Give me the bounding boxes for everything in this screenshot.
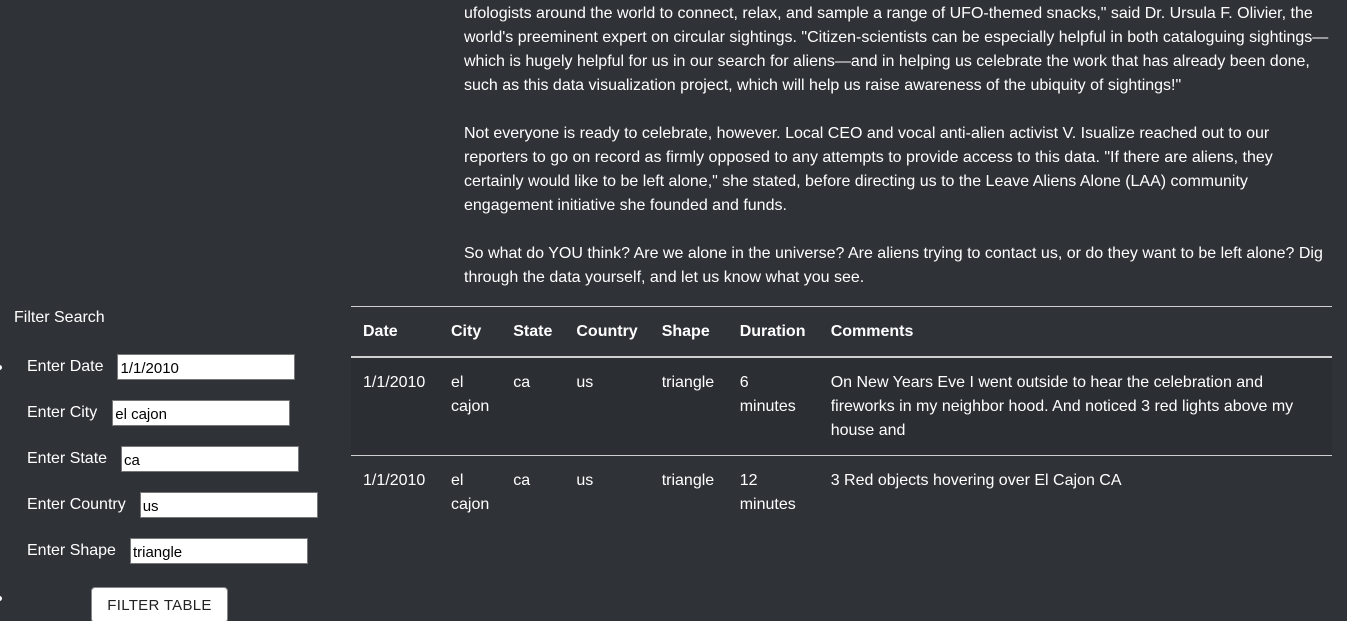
date-filter: Enter Date — [27, 353, 296, 381]
shape-input[interactable] — [129, 538, 308, 564]
page: ufologists around the world to connect, … — [0, 0, 1347, 621]
state-input[interactable] — [121, 446, 300, 472]
city-label: Enter City — [27, 404, 98, 421]
city-input[interactable] — [112, 400, 291, 426]
shape-label: Enter Shape — [27, 542, 116, 559]
cell-city: el cajon — [451, 472, 490, 513]
list-bullet-icon — [0, 365, 2, 370]
article-text: ufologists around the world to connect, … — [464, 2, 1334, 314]
cell-duration: 6 minutes — [727, 357, 819, 456]
country-filter: Enter Country — [27, 491, 318, 519]
cell-state: ca — [501, 357, 565, 456]
state-label: Enter State — [27, 450, 108, 467]
list-bullet-icon — [0, 596, 2, 601]
column-header-shape: Shape — [649, 306, 728, 358]
column-header-country: Country — [564, 306, 650, 358]
date-label: Enter Date — [27, 358, 104, 375]
country-label: Enter Country — [27, 496, 126, 513]
shape-filter: Enter Shape — [27, 537, 308, 565]
ufo-table: Date City State Country Shape Duration C… — [351, 306, 1332, 529]
filter-table-button[interactable]: FILTER TABLE — [91, 587, 228, 621]
filter-search-title: Filter Search — [14, 309, 105, 326]
cell-country: us — [576, 472, 594, 489]
cell-comments: 3 Red objects hovering over El Cajon CA — [830, 472, 1122, 489]
state-filter: Enter State — [27, 445, 300, 473]
column-header-duration: Duration — [727, 306, 819, 358]
cell-shape: triangle — [661, 472, 715, 489]
article-paragraph: So what do YOU think? Are we alone in th… — [464, 245, 1323, 286]
cell-country: us — [564, 357, 650, 456]
column-header-state: State — [501, 306, 565, 358]
cell-date: 1/1/2010 — [351, 357, 439, 456]
article-paragraph: ufologists around the world to connect, … — [464, 5, 1329, 94]
article-paragraph: Not everyone is ready to celebrate, howe… — [464, 125, 1273, 214]
date-input[interactable] — [117, 354, 296, 380]
cell-comments: On New Years Eve I went outside to hear … — [818, 357, 1332, 456]
country-input[interactable] — [139, 492, 318, 518]
column-header-date: Date — [351, 306, 439, 358]
column-header-comments: Comments — [818, 306, 1332, 358]
cell-shape: triangle — [649, 357, 728, 456]
table-row: 1/1/2010 el cajon ca us triangle 12 minu… — [351, 456, 1332, 530]
table-header-row: Date City State Country Shape Duration C… — [351, 306, 1332, 358]
table-row: 1/1/2010 el cajon ca us triangle 6 minut… — [351, 357, 1332, 456]
cell-state: ca — [513, 472, 531, 489]
cell-city: el cajon — [439, 357, 502, 456]
cell-duration: 12 minutes — [739, 472, 796, 513]
column-header-city: City — [439, 306, 502, 358]
cell-date: 1/1/2010 — [363, 472, 426, 489]
city-filter: Enter City — [27, 399, 291, 427]
